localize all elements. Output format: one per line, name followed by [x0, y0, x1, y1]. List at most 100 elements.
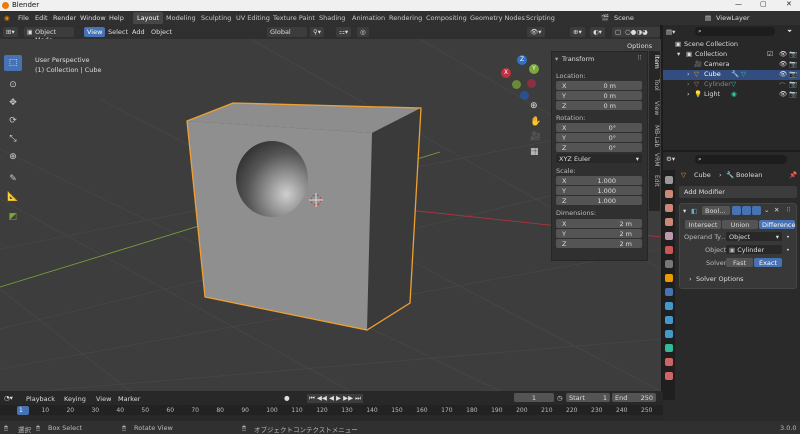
menu-playback[interactable]: Playback — [26, 395, 55, 403]
solver-options-label[interactable]: Solver Options — [696, 275, 744, 283]
operand-object-field[interactable]: ▣ Cylinder — [726, 245, 782, 254]
cursor-tool-icon[interactable]: ⊙ — [4, 77, 22, 93]
texture-tab-icon[interactable] — [665, 372, 673, 380]
menu-file[interactable]: File — [18, 14, 29, 22]
tab-tool[interactable]: Tool — [650, 79, 660, 91]
expand-icon[interactable]: ▾ — [683, 207, 686, 215]
outliner-search-input[interactable]: ⌕ — [695, 27, 775, 36]
tab-shading[interactable]: Shading — [315, 12, 349, 24]
camera-render-icon[interactable]: 📷 — [789, 50, 797, 58]
dimensions-x-field[interactable]: X2 m — [556, 219, 642, 228]
keyframe-dot-icon[interactable]: • — [786, 246, 790, 254]
scene-tab-icon[interactable] — [665, 232, 673, 240]
rotation-mode-select[interactable]: XYZ Euler ▾ — [556, 154, 642, 163]
view-layer-name[interactable]: ViewLayer — [716, 14, 750, 22]
location-x-field[interactable]: X0 m — [556, 81, 642, 90]
add-cube-tool-icon[interactable]: ◩ — [4, 209, 22, 225]
output-tab-icon[interactable] — [665, 204, 673, 212]
collapse-icon[interactable]: ▾ — [555, 55, 558, 63]
view-layer-tab-icon[interactable] — [665, 218, 673, 226]
location-z-field[interactable]: Z0 m — [556, 101, 642, 110]
menu-window[interactable]: Window — [80, 14, 106, 22]
zoom-icon[interactable]: ⊕ — [530, 101, 538, 111]
data-tab-icon[interactable] — [665, 344, 673, 352]
tab-scripting[interactable]: Scripting — [522, 12, 559, 24]
menu-keying[interactable]: Keying — [64, 395, 86, 403]
timeline-ruler[interactable] — [0, 405, 663, 415]
maximize-button[interactable]: ▢ — [760, 0, 767, 8]
tab-modeling[interactable]: Modeling — [162, 12, 200, 24]
tab-rendering[interactable]: Rendering — [385, 12, 426, 24]
shading-modes-icon[interactable]: ○●◑◕ — [622, 27, 660, 37]
filter-icon[interactable]: ⏷ — [787, 27, 792, 36]
outliner-item-light[interactable]: › 💡 Light ◉ 👁 📷 — [663, 90, 800, 100]
timeline-editor-icon[interactable]: ◔▾ — [4, 394, 13, 402]
annotate-tool-icon[interactable]: ✎ — [4, 171, 22, 187]
menu-render[interactable]: Render — [53, 14, 76, 22]
options-button[interactable]: Options — [624, 41, 656, 51]
end-frame-field[interactable]: End 250 — [612, 393, 656, 402]
operand-type-select[interactable]: Object ▾ — [726, 232, 782, 241]
start-frame-field[interactable]: Start 1 — [566, 393, 610, 402]
solver-options-expander[interactable]: › — [689, 275, 692, 283]
navigation-gizmo[interactable]: Z Y X — [500, 55, 542, 101]
scale-z-field[interactable]: Z 1.000 — [556, 196, 642, 205]
drag-handle-icon[interactable]: ⠿ — [786, 206, 791, 214]
menu-help[interactable]: Help — [109, 14, 124, 22]
transform-tool-icon[interactable]: ⊕ — [4, 149, 22, 165]
tab-layout[interactable]: Layout — [133, 12, 164, 24]
solver-fast-button[interactable]: Fast — [726, 258, 753, 267]
collection-tab-icon[interactable] — [665, 260, 673, 268]
scale-y-field[interactable]: Y 1.000 — [556, 186, 642, 195]
render-tab-icon[interactable] — [665, 190, 673, 198]
move-tool-icon[interactable]: ✥ — [4, 95, 22, 111]
physics-tab-icon[interactable] — [665, 316, 673, 324]
properties-search-input[interactable]: ⌕ — [695, 155, 787, 164]
drag-handle-icon[interactable]: ⠿ — [637, 54, 642, 62]
op-intersect-button[interactable]: Intersect — [685, 220, 721, 229]
viewport-toggle-icon[interactable] — [742, 206, 751, 215]
material-tab-icon[interactable] — [665, 358, 673, 366]
tab-animation[interactable]: Animation — [348, 12, 389, 24]
scale-x-field[interactable]: X 1.000 — [556, 176, 642, 185]
gizmo-neg-x[interactable] — [527, 79, 536, 88]
current-frame-field[interactable]: 1 — [514, 393, 554, 402]
tab-texture-paint[interactable]: Texture Paint — [269, 12, 319, 24]
outliner-item-camera[interactable]: 🎥 Camera 👁 📷 — [663, 60, 800, 70]
snap-icon[interactable]: ⚏▾ — [336, 27, 352, 37]
clock-icon[interactable]: ◷ — [557, 394, 563, 402]
op-difference-button[interactable]: Difference — [759, 220, 796, 229]
menu-marker[interactable]: Marker — [118, 395, 140, 403]
eye-hidden-icon[interactable]: ⌒ — [779, 80, 786, 90]
properties-editor-icon[interactable]: ⚙▾ — [666, 155, 675, 163]
tab-vrm[interactable]: VRM — [650, 153, 660, 166]
tab-mb-lab[interactable]: MB-Lab — [650, 125, 660, 147]
outliner-editor-icon[interactable]: ▤▾ — [666, 28, 675, 36]
camera-view-icon[interactable]: 🎥 — [530, 132, 541, 142]
record-icon[interactable]: ● — [284, 394, 290, 402]
solver-exact-button[interactable]: Exact — [754, 258, 782, 267]
gizmo-x[interactable]: X — [501, 68, 511, 78]
gizmo-z[interactable]: Z — [517, 55, 527, 65]
outliner-item-cube[interactable]: › ▽ Cube 🔧 ▽ 👁 📷 — [663, 70, 800, 80]
pin-icon[interactable]: 📌 — [789, 171, 797, 179]
overlay-toggle-icon[interactable]: ◐▾ — [590, 27, 605, 37]
editor-type-icon[interactable]: ⊞▾ — [3, 27, 18, 37]
gizmo-toggle-icon[interactable]: ⊕▾ — [570, 27, 585, 37]
render-toggle-icon[interactable] — [752, 206, 761, 215]
tab-edit[interactable]: Edit — [650, 175, 660, 187]
menu-view[interactable]: View — [84, 27, 106, 37]
location-y-field[interactable]: Y0 m — [556, 91, 642, 100]
modifier-tab-icon[interactable] — [665, 288, 673, 296]
tab-item[interactable]: Item — [650, 55, 660, 69]
mode-select[interactable]: Object Mode — [32, 27, 74, 44]
cube-object[interactable] — [186, 102, 422, 331]
proportional-icon[interactable]: ◎ — [357, 27, 369, 37]
remove-modifier-icon[interactable]: ✕ — [774, 206, 779, 214]
visibility-icon[interactable]: 👁▾ — [527, 27, 545, 37]
outliner-scene-collection[interactable]: ▣ Scene Collection — [663, 40, 800, 50]
gizmo-neg-y[interactable] — [512, 80, 521, 89]
menu-add[interactable]: Add — [129, 27, 148, 37]
rotate-tool-icon[interactable]: ⟳ — [4, 113, 22, 129]
tab-geometry-nodes[interactable]: Geometry Nodes — [466, 12, 529, 24]
